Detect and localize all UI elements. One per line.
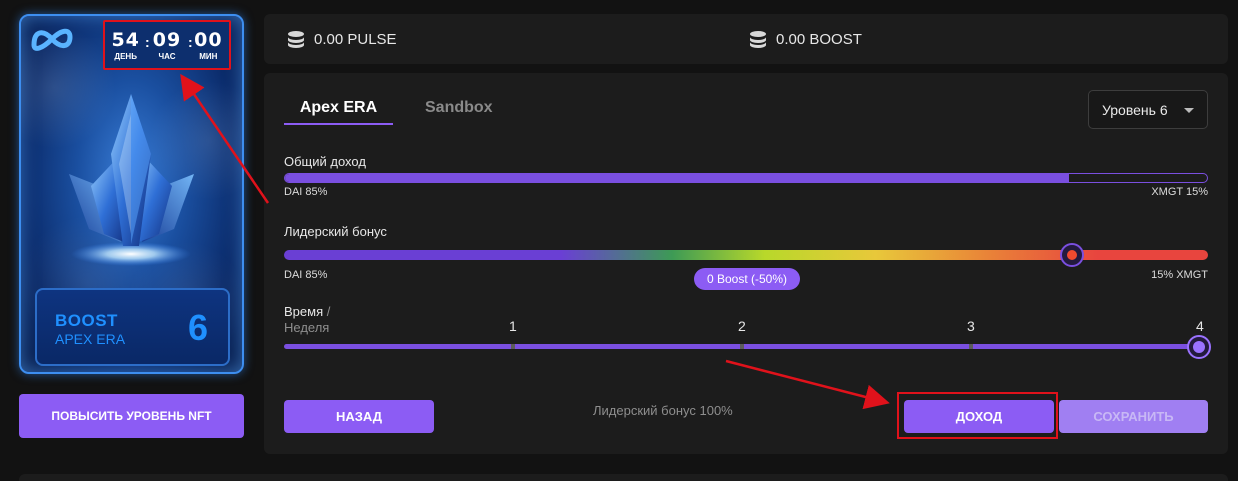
pulse-balance: 0.00 PULSE bbox=[286, 14, 397, 64]
timer-separator: : bbox=[145, 34, 150, 50]
countdown-timer: 54 ДЕНЬ : 09 ЧАС : 00 МИН bbox=[103, 20, 231, 70]
settings-panel: Apex ERA Sandbox Уровень 6 Общий доход D… bbox=[264, 73, 1228, 454]
pulse-balance-value: 0.00 PULSE bbox=[314, 30, 397, 48]
upgrade-nft-button[interactable]: ПОВЫСИТЬ УРОВЕНЬ NFT bbox=[19, 394, 244, 438]
timer-hours-label: ЧАС bbox=[158, 52, 176, 61]
card-level: 6 bbox=[187, 307, 208, 348]
income-highlight-box bbox=[897, 392, 1058, 439]
leader-left-label: DAI 85% bbox=[284, 269, 328, 281]
time-step-4[interactable]: 4 bbox=[1196, 318, 1204, 334]
bottom-panel-edge bbox=[19, 474, 1228, 481]
save-button[interactable]: СОХРАНИТЬ bbox=[1059, 400, 1208, 433]
tab-sandbox[interactable]: Sandbox bbox=[425, 99, 493, 117]
timer-hours: 09 ЧАС bbox=[153, 30, 181, 62]
time-slider-tick bbox=[740, 344, 744, 349]
meta-infinity-icon bbox=[31, 28, 73, 51]
timer-days: 54 ДЕНЬ bbox=[111, 30, 139, 62]
income-bar bbox=[284, 173, 1208, 183]
time-label: Время / bbox=[284, 304, 330, 319]
level-select-value: Уровень 6 bbox=[1102, 101, 1168, 118]
time-step-3[interactable]: 3 bbox=[967, 318, 975, 334]
time-slider-tick bbox=[511, 344, 515, 349]
time-slider-tick bbox=[969, 344, 973, 349]
tab-apex-era[interactable]: Apex ERA bbox=[284, 99, 393, 125]
income-left-label: DAI 85% bbox=[284, 186, 328, 198]
boost-balance-value: 0.00 BOOST bbox=[776, 30, 862, 48]
boost-balance: 0.00 BOOST bbox=[748, 14, 862, 64]
timer-separator: : bbox=[188, 34, 193, 50]
time-step-1[interactable]: 1 bbox=[509, 318, 517, 334]
leader-right-label: 15% XMGT bbox=[1151, 269, 1208, 281]
income-label: Общий доход bbox=[284, 154, 366, 169]
level-select[interactable]: Уровень 6 bbox=[1088, 90, 1208, 129]
timer-minutes-label: МИН bbox=[199, 52, 218, 61]
time-label-text: Время bbox=[284, 304, 324, 319]
chevron-down-icon bbox=[1184, 108, 1194, 113]
boost-penalty-badge: 0 Boost (-50%) bbox=[694, 268, 800, 290]
income-right-label: XMGT 15% bbox=[1151, 186, 1208, 198]
coins-stack-icon bbox=[288, 31, 304, 48]
nft-card: 54 ДЕНЬ : 09 ЧАС : 00 МИН BOOST APEX ERA… bbox=[19, 14, 244, 374]
leader-bonus-slider-handle[interactable] bbox=[1060, 243, 1084, 267]
income-bar-fill bbox=[285, 174, 1069, 182]
leader-bonus-note: Лидерский бонус 100% bbox=[593, 403, 733, 418]
crystal-image bbox=[69, 94, 194, 266]
timer-hours-value: 09 bbox=[152, 29, 182, 51]
coins-stack-icon bbox=[750, 31, 766, 48]
timer-minutes-value: 00 bbox=[194, 29, 223, 51]
back-button[interactable]: НАЗАД bbox=[284, 400, 434, 433]
timer-days-value: 54 bbox=[111, 29, 140, 51]
timer-minutes: 00 МИН bbox=[194, 30, 222, 62]
time-step-2[interactable]: 2 bbox=[738, 318, 746, 334]
time-unit-label: Неделя bbox=[284, 320, 330, 335]
timer-days-label: ДЕНЬ bbox=[114, 52, 137, 61]
time-label-slash: / bbox=[326, 304, 331, 319]
leader-bonus-label: Лидерский бонус bbox=[284, 224, 387, 239]
card-boost-panel: BOOST APEX ERA 6 bbox=[35, 288, 230, 366]
balances-bar: 0.00 PULSE 0.00 BOOST bbox=[264, 14, 1228, 64]
time-slider-handle[interactable] bbox=[1187, 335, 1211, 359]
card-title: BOOST bbox=[55, 311, 118, 330]
card-subtitle: APEX ERA bbox=[55, 331, 126, 347]
